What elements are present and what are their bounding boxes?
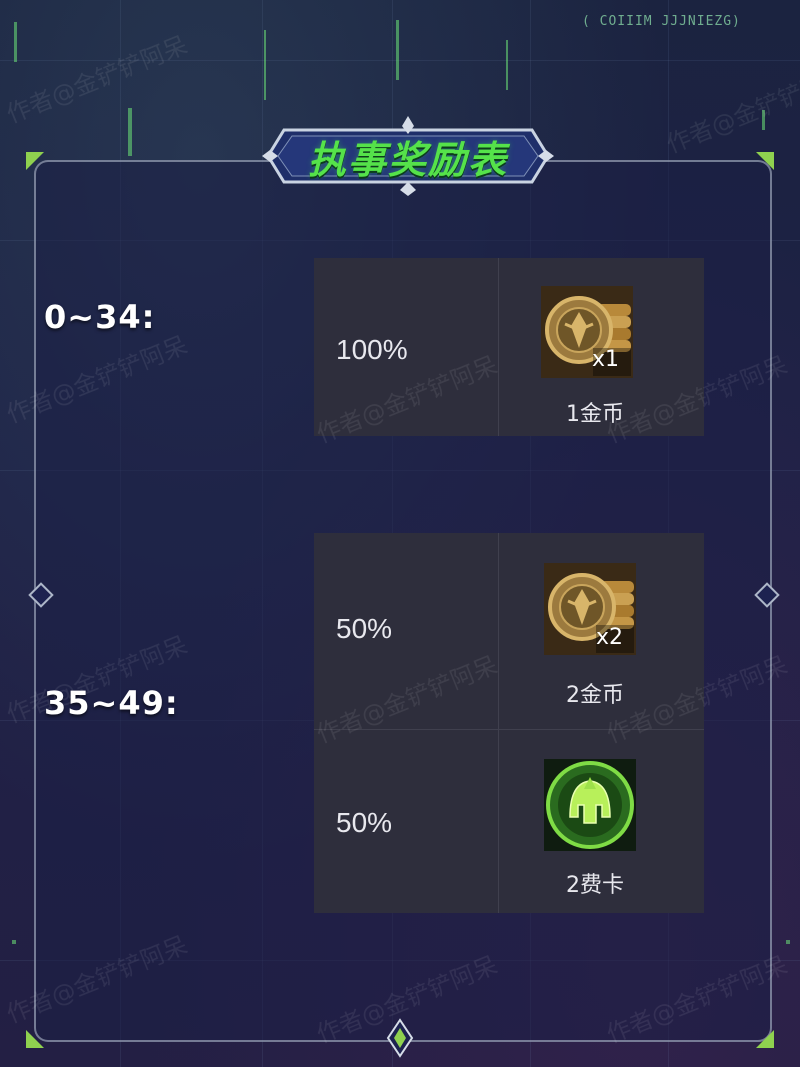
quantity-badge: x1 (592, 347, 620, 372)
reward-name: 2费卡 (566, 873, 624, 898)
probability-value: 50% (336, 613, 393, 644)
frame-corner-ornament (26, 152, 44, 170)
cell-divider (498, 258, 499, 436)
frame-corner-ornament (756, 1030, 774, 1048)
frame-corner-ornament (756, 152, 774, 170)
deco-tick (128, 108, 132, 156)
frame-corner-ornament (26, 1030, 44, 1048)
deco-tick (786, 940, 790, 944)
quantity-badge: x2 (596, 625, 624, 650)
top-code-text: ( COIIIM JJJNIEZG) (582, 14, 741, 29)
helmet-card-icon (544, 759, 636, 851)
probability-value: 100% (336, 334, 408, 365)
cell-divider (498, 533, 499, 729)
gold-coin-icon (541, 286, 633, 378)
table-row: 50% 2费卡 (314, 729, 704, 913)
deco-tick (264, 30, 266, 100)
deco-tick (396, 20, 399, 80)
deco-tick (506, 40, 508, 90)
probability-value: 50% (336, 807, 393, 838)
page-title: 执事奖励表 (307, 137, 508, 182)
bottom-emblem-icon (386, 1018, 414, 1058)
deco-tick (12, 940, 16, 944)
deco-tick (14, 22, 17, 62)
tier-range-label: 0~34: (44, 298, 156, 336)
cell-divider (498, 729, 499, 913)
